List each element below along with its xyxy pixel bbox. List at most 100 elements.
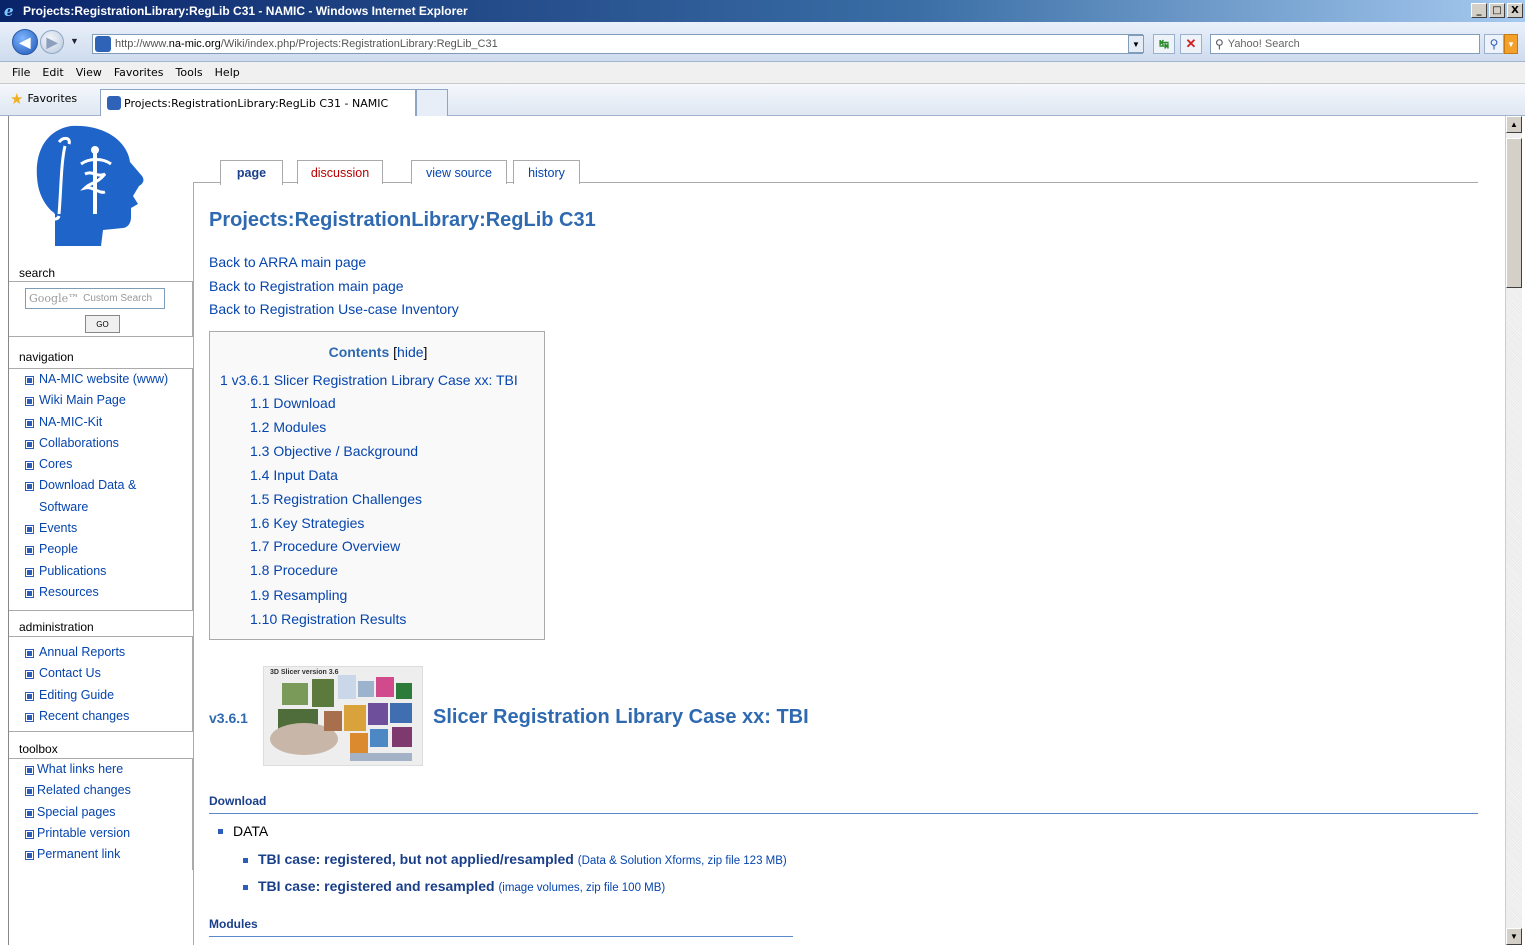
toc-item-1-7[interactable]: 1.7 Procedure Overview bbox=[250, 538, 400, 554]
nav-item-people[interactable]: People bbox=[9, 539, 192, 560]
search-go-button[interactable]: ⚲ bbox=[1484, 34, 1504, 54]
bullet-icon bbox=[218, 829, 223, 834]
download-registered-link[interactable]: TBI case: registered, but not applied/re… bbox=[258, 851, 787, 867]
menu-tools[interactable]: Tools bbox=[170, 66, 209, 79]
toolbox-item-related-changes[interactable]: Related changes bbox=[9, 780, 192, 801]
toc-item-1-1[interactable]: 1.1 Download bbox=[250, 395, 336, 411]
admin-item-annual-reports[interactable]: Annual Reports bbox=[9, 642, 192, 663]
internet-explorer-icon: e bbox=[4, 2, 14, 20]
administration-portlet: Annual Reports Contact Us Editing Guide … bbox=[9, 636, 193, 732]
menu-view[interactable]: View bbox=[70, 66, 108, 79]
toc-title: Contents bbox=[328, 344, 390, 360]
refresh-icon: ↹ bbox=[1158, 37, 1170, 51]
toc-item-1[interactable]: 1 v3.6.1 Slicer Registration Library Cas… bbox=[220, 372, 518, 388]
search-go-button[interactable]: GO bbox=[85, 315, 120, 333]
download-resampled-note: (image volumes, zip file 100 MB) bbox=[498, 882, 666, 894]
toolbox-item-special-pages[interactable]: Special pages bbox=[9, 802, 192, 823]
tab-view-source[interactable]: view source bbox=[411, 160, 507, 184]
toc-item-1-10[interactable]: 1.10 Registration Results bbox=[250, 611, 406, 627]
administration-heading: administration bbox=[19, 620, 94, 634]
download-resampled-link-text[interactable]: TBI case: registered and resampled bbox=[258, 878, 495, 894]
menu-favorites[interactable]: Favorites bbox=[108, 66, 170, 79]
download-registered-link-text[interactable]: TBI case: registered, but not applied/re… bbox=[258, 851, 574, 867]
back-to-registration-link[interactable]: Back to Registration main page bbox=[209, 278, 404, 294]
admin-item-editing-guide[interactable]: Editing Guide bbox=[9, 685, 192, 706]
tab-page[interactable]: page bbox=[220, 160, 283, 185]
magnifier-icon: ⚲ bbox=[1489, 37, 1499, 51]
forward-arrow-icon: ▶ bbox=[46, 33, 58, 50]
close-button[interactable]: X bbox=[1507, 3, 1523, 18]
site-favicon-icon bbox=[107, 96, 121, 110]
modules-divider bbox=[209, 936, 793, 937]
back-button[interactable]: ◀ bbox=[12, 29, 38, 55]
browser-tab-active[interactable]: Projects:RegistrationLibrary:RegLib C31 … bbox=[100, 89, 416, 116]
minimize-button[interactable]: _ bbox=[1471, 3, 1487, 18]
stop-icon: ✕ bbox=[1185, 36, 1197, 51]
tab-history[interactable]: history bbox=[513, 160, 580, 184]
nav-item-resources[interactable]: Resources bbox=[9, 582, 192, 603]
toc-item-1-2[interactable]: 1.2 Modules bbox=[250, 419, 326, 435]
recent-pages-dropdown-icon[interactable]: ▼ bbox=[70, 36, 79, 46]
google-search-placeholder: Custom Search bbox=[83, 293, 153, 304]
page-scrollbar[interactable]: ▲ ▼ bbox=[1505, 116, 1522, 945]
web-page: search Google™ Custom Search GO navigati… bbox=[8, 116, 1505, 945]
forward-button[interactable]: ▶ bbox=[40, 30, 64, 54]
tab-discussion[interactable]: discussion bbox=[297, 160, 383, 184]
toc-heading: Contents [hide] bbox=[210, 344, 546, 360]
toc-item-1-6[interactable]: 1.6 Key Strategies bbox=[250, 515, 364, 531]
toc-item-1-5[interactable]: 1.5 Registration Challenges bbox=[250, 491, 422, 507]
menu-help[interactable]: Help bbox=[209, 66, 246, 79]
nav-item-publications[interactable]: Publications bbox=[9, 561, 192, 582]
toolbox-item-what-links-here[interactable]: What links here bbox=[9, 759, 192, 780]
nav-item-wiki-main-page[interactable]: Wiki Main Page bbox=[9, 390, 192, 411]
back-to-arra-link[interactable]: Back to ARRA main page bbox=[209, 254, 366, 270]
nav-item-download-data[interactable]: Download Data & bbox=[9, 475, 192, 496]
url-input[interactable]: http://www. na-mic.org/Wiki/index.php/Pro… bbox=[92, 34, 1143, 54]
admin-item-contact-us[interactable]: Contact Us bbox=[9, 663, 192, 684]
toc-item-1-4[interactable]: 1.4 Input Data bbox=[250, 467, 338, 483]
slicer-image-caption: 3D Slicer version 3.6 bbox=[270, 669, 339, 676]
menu-bar: File Edit View Favorites Tools Help bbox=[0, 62, 1525, 84]
nav-item-namic-kit[interactable]: NA-MIC-Kit bbox=[9, 412, 192, 433]
nav-item-collaborations[interactable]: Collaborations bbox=[9, 433, 192, 454]
address-bar: ◀ ▶ ▼ http://www. na-mic.org/Wiki/index.p… bbox=[0, 22, 1525, 62]
nav-item-cores[interactable]: Cores bbox=[9, 454, 192, 475]
nav-item-events[interactable]: Events bbox=[9, 518, 192, 539]
admin-item-recent-changes[interactable]: Recent changes bbox=[9, 706, 192, 727]
toolbox-item-printable-version[interactable]: Printable version bbox=[9, 823, 192, 844]
slicer-version-image[interactable]: 3D Slicer version 3.6 bbox=[263, 666, 423, 766]
toc-item-1-8[interactable]: 1.8 Procedure bbox=[250, 562, 338, 578]
scroll-thumb[interactable] bbox=[1506, 138, 1522, 288]
back-to-usecase-inventory-link[interactable]: Back to Registration Use-case Inventory bbox=[209, 301, 459, 317]
navigation-heading: navigation bbox=[19, 350, 74, 364]
namic-logo[interactable] bbox=[31, 122, 149, 248]
scroll-up-button[interactable]: ▲ bbox=[1506, 116, 1522, 133]
window-title: Projects:RegistrationLibrary:RegLib C31 … bbox=[23, 4, 468, 18]
refresh-button[interactable]: ↹ bbox=[1153, 34, 1175, 54]
google-custom-search-input[interactable]: Google™ Custom Search bbox=[25, 288, 165, 309]
chevron-down-icon: ▼ bbox=[1507, 39, 1515, 49]
toolbox-item-permanent-link[interactable]: Permanent link bbox=[9, 844, 192, 865]
nav-item-download-software[interactable]: Software bbox=[9, 497, 192, 518]
new-tab-button[interactable] bbox=[416, 89, 448, 116]
toc-item-1-3[interactable]: 1.3 Objective / Background bbox=[250, 443, 418, 459]
search-provider-dropdown[interactable]: ▼ bbox=[1504, 34, 1518, 54]
toc-hide-link[interactable]: hide bbox=[397, 344, 423, 360]
favorites-button[interactable]: ★ Favorites bbox=[10, 91, 78, 106]
stop-button[interactable]: ✕ bbox=[1180, 34, 1202, 54]
nav-item-namic-website[interactable]: NA-MIC website (www) bbox=[9, 369, 192, 390]
scroll-down-button[interactable]: ▼ bbox=[1506, 928, 1522, 945]
menu-edit[interactable]: Edit bbox=[36, 66, 69, 79]
maximize-button[interactable]: □ bbox=[1489, 3, 1505, 18]
favorites-label: Favorites bbox=[27, 92, 78, 105]
navigation-portlet: NA-MIC website (www) Wiki Main Page NA-M… bbox=[9, 368, 193, 611]
toc-item-1-9[interactable]: 1.9 Resampling bbox=[250, 587, 347, 603]
toc-hide-bracket-close: ] bbox=[423, 344, 428, 360]
window-title-bar: e Projects:RegistrationLibrary:RegLib C3… bbox=[0, 0, 1525, 22]
url-dropdown-button[interactable]: ▼ bbox=[1128, 35, 1144, 53]
site-favicon-icon bbox=[95, 36, 111, 52]
download-resampled-link[interactable]: TBI case: registered and resampled (imag… bbox=[258, 878, 665, 894]
menu-file[interactable]: File bbox=[0, 66, 36, 79]
web-search-input[interactable]: ⚲ Yahoo! Search bbox=[1210, 34, 1480, 54]
data-label: DATA bbox=[233, 823, 269, 839]
